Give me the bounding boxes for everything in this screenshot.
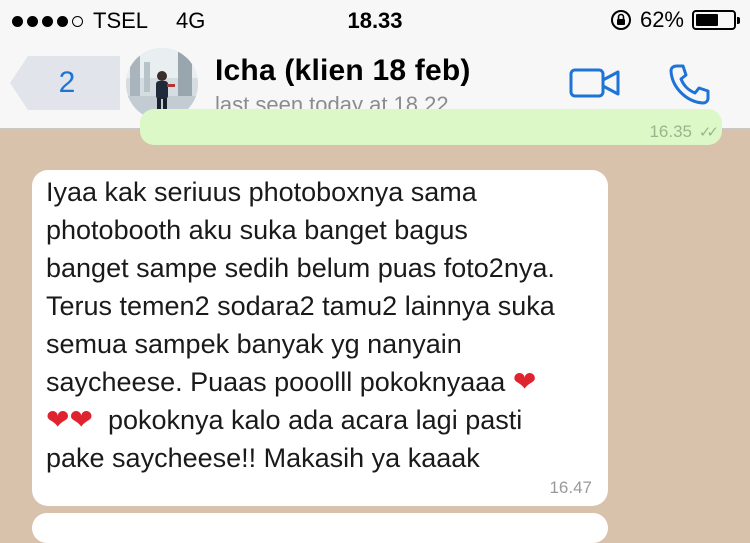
message-line: Iyaa kak seriuus photoboxnya sama xyxy=(46,177,477,207)
message-line: semua sampek banyak yg nanyain xyxy=(46,329,462,359)
message-line: banget sampe sedih belum puas foto2nya. xyxy=(46,253,555,283)
status-bar: TSEL 4G 18.33 62% xyxy=(0,0,750,40)
outgoing-message-time: 16.35 xyxy=(649,122,692,141)
status-right: 62% xyxy=(610,7,740,33)
back-button[interactable]: 2 xyxy=(10,56,120,110)
battery-level xyxy=(696,14,719,26)
message-line: Terus temen2 sodara2 tamu2 lainnya suka xyxy=(46,291,555,321)
message-line: pokoknya kalo ada acara lagi pasti xyxy=(107,405,523,435)
outgoing-message-bubble[interactable]: 16.35 ✓✓ xyxy=(140,109,722,145)
video-camera-icon xyxy=(569,68,620,98)
heart-emoji-icon: ❤ xyxy=(46,404,70,435)
orientation-lock-icon xyxy=(610,10,631,30)
message-line: photobooth aku suka banget bagus xyxy=(46,215,468,245)
chat-area[interactable]: 16.35 ✓✓ Iyaa kak seriuus photoboxnya sa… xyxy=(0,109,750,543)
read-receipt-icon: ✓✓ xyxy=(698,124,719,141)
message-line: pake saycheese!! Makasih ya kaaak xyxy=(46,443,480,473)
contact-name[interactable]: Icha (klien 18 feb) xyxy=(215,54,471,88)
battery-icon xyxy=(692,10,740,30)
video-call-button[interactable] xyxy=(568,66,622,102)
battery-percent: 62% xyxy=(639,7,684,32)
unread-count-badge[interactable]: 2 xyxy=(10,56,120,110)
heart-emoji-icon: ❤ xyxy=(512,366,537,397)
incoming-message-time: 16.47 xyxy=(549,478,592,497)
incoming-message-bubble[interactable]: Iyaa kak seriuus photoboxnya sama photob… xyxy=(32,170,608,506)
incoming-message-text: Iyaa kak seriuus photoboxnya sama photob… xyxy=(46,173,602,477)
phone-icon xyxy=(669,64,710,105)
voice-call-button[interactable] xyxy=(667,62,711,106)
message-line: saycheese. Puaas pooolll pokoknyaaa xyxy=(46,367,506,397)
heart-emoji-icon: ❤ xyxy=(69,404,93,435)
